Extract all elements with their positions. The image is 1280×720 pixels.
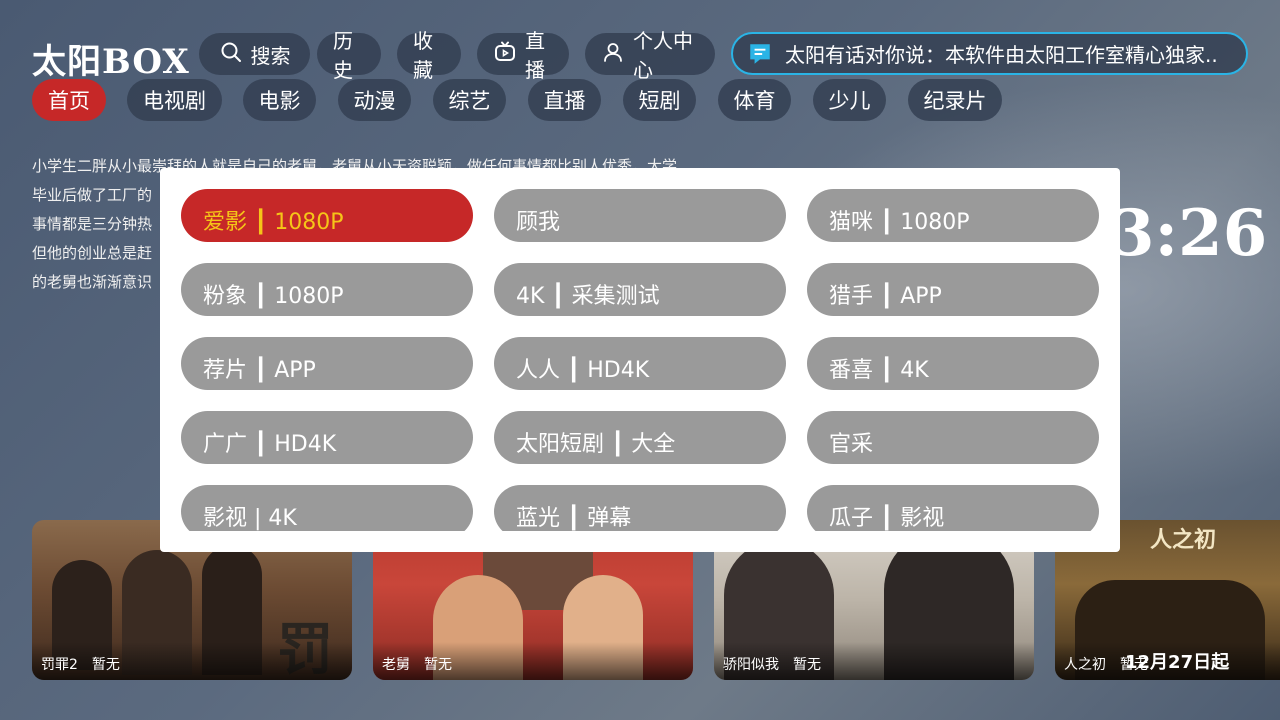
source-item[interactable]: 荐片 ┃ APP (181, 337, 473, 390)
card-title: 老舅 (382, 657, 410, 673)
tab-anime[interactable]: 动漫 (338, 79, 411, 121)
tab-movies[interactable]: 电影 (243, 79, 316, 121)
card-status: 暂无 (793, 657, 821, 673)
card-caption: 人之初 暂无 12月27日起 (1055, 642, 1280, 680)
card-status: 暂无 (91, 657, 120, 673)
tab-home[interactable]: 首页 (32, 79, 106, 121)
release-date: 12月27日起 (1125, 652, 1230, 673)
live-label: 直播 (525, 29, 545, 82)
search-icon (219, 40, 243, 69)
history-label: 历史 (333, 29, 353, 82)
source-item[interactable]: 蓝光 ┃ 弹幕 (494, 485, 786, 531)
search-button[interactable]: 搜索 (199, 33, 310, 75)
tab-short-drama[interactable]: 短剧 (623, 79, 696, 121)
notice-text: 太阳有话对你说：本软件由太阳工作室精心独家.. (785, 43, 1218, 67)
source-item[interactable]: 爱影 ┃ 1080P (181, 189, 473, 242)
tab-documentary[interactable]: 纪录片 (908, 79, 1002, 121)
source-item[interactable]: 猎手 ┃ APP (807, 263, 1099, 316)
profile-button[interactable]: 个人中心 (585, 29, 715, 82)
tab-sports[interactable]: 体育 (718, 79, 791, 121)
source-item[interactable]: 粉象 ┃ 1080P (181, 263, 473, 316)
source-item[interactable]: 瓜子 ┃ 影视 (807, 485, 1099, 531)
notice-banner[interactable]: 太阳有话对你说：本软件由太阳工作室精心独家.. (731, 32, 1248, 75)
source-item[interactable]: 太阳短剧 ┃ 大全 (494, 411, 786, 464)
clock: 3:26 (1110, 196, 1268, 271)
source-item[interactable]: 4K ┃ 采集测试 (494, 263, 786, 316)
user-icon (601, 40, 625, 69)
live-button[interactable]: 直播 (477, 29, 569, 82)
history-button[interactable]: 历史 (317, 29, 381, 82)
card-title: 骄阳似我 (723, 657, 779, 673)
source-select-dialog: 爱影 ┃ 1080P 顾我 猫咪 ┃ 1080P 粉象 ┃ 1080P 4K ┃… (160, 168, 1120, 552)
message-icon (747, 41, 773, 67)
tab-kids[interactable]: 少儿 (813, 79, 886, 121)
tab-live[interactable]: 直播 (528, 79, 601, 121)
card-caption: 骄阳似我 暂无 (714, 642, 1034, 680)
tab-variety[interactable]: 综艺 (433, 79, 506, 121)
app-logo: 太阳BOX (32, 42, 190, 82)
source-item[interactable]: 官采 (807, 411, 1099, 464)
source-item[interactable]: 顾我 (494, 189, 786, 242)
source-item[interactable]: 人人 ┃ HD4K (494, 337, 786, 390)
search-label: 搜索 (250, 43, 291, 68)
source-item[interactable]: 猫咪 ┃ 1080P (807, 189, 1099, 242)
poster-heading: 人之初 (1150, 527, 1217, 553)
source-item[interactable]: 影视 | 4K (181, 485, 473, 531)
card-status: 暂无 (424, 657, 452, 673)
card-caption: 罚罪2 暂无 (32, 642, 352, 680)
favorites-label: 收藏 (413, 29, 433, 82)
source-item[interactable]: 番喜 ┃ 4K (807, 337, 1099, 390)
tab-tv-series[interactable]: 电视剧 (127, 79, 222, 121)
tv-icon (493, 40, 517, 69)
source-item[interactable]: 广广 ┃ HD4K (181, 411, 473, 464)
card-caption: 老舅 暂无 (373, 642, 693, 680)
favorites-button[interactable]: 收藏 (397, 29, 461, 82)
card-title: 罚罪2 (41, 657, 78, 673)
profile-label: 个人中心 (633, 29, 693, 82)
source-list[interactable]: 爱影 ┃ 1080P 顾我 猫咪 ┃ 1080P 粉象 ┃ 1080P 4K ┃… (160, 168, 1120, 531)
card-title: 人之初 (1064, 657, 1106, 673)
